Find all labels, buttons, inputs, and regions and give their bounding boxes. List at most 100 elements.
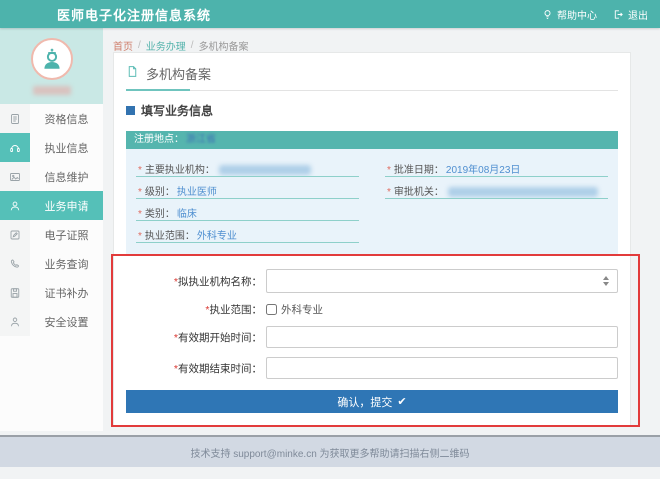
file-icon bbox=[126, 65, 139, 83]
main-content: 首页 / 业务办理 / 多机构备案 多机构备案 填写业务信息 注册地点：浙江省 … bbox=[113, 28, 631, 426]
page-card: 多机构备案 填写业务信息 注册地点：浙江省 *主要执业机构： *级别：执业医师 … bbox=[113, 52, 631, 426]
scope-checkbox[interactable] bbox=[266, 304, 277, 315]
sidebar-item-label: 证书补办 bbox=[30, 278, 103, 307]
section-title-row: 填写业务信息 bbox=[126, 102, 618, 119]
form-row-end-date: *有效期结束时间： bbox=[126, 357, 618, 379]
start-date-input[interactable] bbox=[266, 326, 618, 348]
stethoscope-icon bbox=[0, 133, 30, 162]
redacted-value bbox=[448, 187, 598, 197]
field-value: 执业医师 bbox=[177, 187, 217, 198]
breadcrumb: 首页 / 业务办理 / 多机构备案 bbox=[113, 28, 631, 52]
sidebar-item-certificate-reissue[interactable]: 证书补办 bbox=[0, 278, 103, 307]
avatar bbox=[31, 38, 73, 80]
sidebar-item-label: 安全设置 bbox=[30, 307, 103, 336]
sidebar-item-label: 资格信息 bbox=[30, 104, 103, 133]
field-value: 外科专业 bbox=[197, 231, 237, 242]
field-category: *类别：临床 bbox=[136, 199, 359, 221]
application-form: *拟执业机构名称： *执业范围： 外科专业 *有效期开始时间： *有效期结束时间… bbox=[126, 267, 618, 413]
help-center-link[interactable]: 帮助中心 bbox=[542, 7, 597, 22]
sidebar-item-security-settings[interactable]: 安全设置 bbox=[0, 307, 103, 336]
check-icon: ✔ bbox=[397, 395, 406, 408]
submit-button[interactable]: 确认，提交 ✔ bbox=[126, 390, 618, 413]
field-approval-authority: *审批机关： bbox=[385, 177, 608, 199]
field-approval-date: *批准日期：2019年08月23日 bbox=[385, 155, 608, 177]
card-title-row: 多机构备案 bbox=[126, 64, 618, 91]
info-left-column: *主要执业机构： *级别：执业医师 *类别：临床 *执业范围：外科专业 bbox=[136, 155, 359, 243]
required-mark: * bbox=[138, 165, 142, 176]
sidebar-item-practice-info[interactable]: 执业信息 bbox=[0, 133, 103, 162]
required-mark: * bbox=[387, 165, 391, 176]
breadcrumb-business-handling[interactable]: 业务办理 bbox=[146, 38, 186, 53]
certificate-icon bbox=[0, 278, 30, 307]
breadcrumb-home[interactable]: 首页 bbox=[113, 38, 133, 53]
scope-checkbox-label: 外科专业 bbox=[281, 302, 323, 317]
scope-checkbox-row: 外科专业 bbox=[266, 302, 323, 317]
field-label: 级别： bbox=[145, 187, 175, 198]
redacted-value bbox=[219, 165, 311, 175]
sidebar-item-label: 信息维护 bbox=[30, 162, 103, 191]
breadcrumb-current: 多机构备案 bbox=[199, 38, 249, 53]
sidebar-item-label: 电子证照 bbox=[30, 220, 103, 249]
footer-support-text: 技术支持 support@minke.cn 为获取更多帮助请扫描右侧二维码 bbox=[190, 445, 469, 460]
select-spinner-icon bbox=[603, 276, 609, 286]
submit-button-label: 确认，提交 bbox=[337, 394, 392, 410]
logout-label: 退出 bbox=[628, 7, 648, 22]
sidebar-menu: 资格信息 执业信息 信息维护 业务申请 电子证照 bbox=[0, 104, 103, 336]
document-icon bbox=[0, 104, 30, 133]
app-title: 医师电子化注册信息系统 bbox=[57, 5, 211, 24]
required-mark: * bbox=[138, 209, 142, 220]
sidebar-item-info-maintenance[interactable]: 信息维护 bbox=[0, 162, 103, 191]
required-mark: * bbox=[387, 187, 391, 198]
required-mark: * bbox=[138, 187, 142, 198]
required-mark: * bbox=[138, 231, 142, 242]
sidebar-item-label: 业务查询 bbox=[30, 249, 103, 278]
phone-icon bbox=[0, 249, 30, 278]
top-header-bar: 医师电子化注册信息系统 帮助中心 退出 bbox=[0, 0, 660, 28]
page-title: 多机构备案 bbox=[146, 64, 211, 83]
section-title: 填写业务信息 bbox=[141, 102, 213, 119]
scope-field-label: *执业范围： bbox=[126, 302, 266, 317]
form-row-start-date: *有效期开始时间： bbox=[126, 326, 618, 348]
info-right-column: *批准日期：2019年08月23日 *审批机关： bbox=[385, 155, 608, 243]
sidebar-item-label: 执业信息 bbox=[30, 133, 103, 162]
breadcrumb-separator: / bbox=[191, 40, 194, 51]
location-label: 注册地点： bbox=[134, 134, 184, 145]
field-value: 2019年08月23日 bbox=[446, 165, 521, 176]
registration-info-panel: *主要执业机构： *级别：执业医师 *类别：临床 *执业范围：外科专业 *批准日… bbox=[126, 149, 618, 255]
sidebar-item-business-query[interactable]: 业务查询 bbox=[0, 249, 103, 278]
edit-icon bbox=[0, 220, 30, 249]
end-date-label: *有效期结束时间： bbox=[126, 361, 266, 376]
image-icon bbox=[0, 162, 30, 191]
institution-select[interactable] bbox=[266, 269, 618, 293]
form-row-institution: *拟执业机构名称： bbox=[126, 269, 618, 293]
field-label: 类别： bbox=[145, 209, 175, 220]
registration-location-bar: 注册地点：浙江省 bbox=[126, 131, 618, 149]
field-value: 临床 bbox=[177, 209, 197, 220]
sidebar-item-business-application[interactable]: 业务申请 bbox=[0, 191, 103, 220]
institution-field-label: *拟执业机构名称： bbox=[126, 274, 266, 289]
sidebar-item-electronic-certificate[interactable]: 电子证照 bbox=[0, 220, 103, 249]
profile-section bbox=[0, 28, 103, 104]
logout-link[interactable]: 退出 bbox=[613, 7, 648, 22]
field-practice-scope: *执业范围：外科专业 bbox=[136, 221, 359, 243]
sidebar: 资格信息 执业信息 信息维护 业务申请 电子证照 bbox=[0, 28, 103, 431]
field-label: 审批机关： bbox=[394, 187, 444, 198]
header-actions: 帮助中心 退出 bbox=[542, 0, 648, 28]
sidebar-item-label: 业务申请 bbox=[30, 191, 103, 220]
field-label: 主要执业机构： bbox=[145, 165, 215, 176]
help-center-label: 帮助中心 bbox=[557, 7, 597, 22]
field-level: *级别：执业医师 bbox=[136, 177, 359, 199]
start-date-label: *有效期开始时间： bbox=[126, 330, 266, 345]
sidebar-item-qualification-info[interactable]: 资格信息 bbox=[0, 104, 103, 133]
logout-icon bbox=[613, 9, 624, 20]
footer-bar: 技术支持 support@minke.cn 为获取更多帮助请扫描右侧二维码 bbox=[0, 435, 660, 467]
form-row-scope: *执业范围： 外科专业 bbox=[126, 302, 618, 317]
breadcrumb-separator: / bbox=[138, 40, 141, 51]
field-label: 执业范围： bbox=[145, 231, 195, 242]
location-value: 浙江省 bbox=[186, 134, 216, 145]
person-outline-icon bbox=[0, 307, 30, 336]
end-date-input[interactable] bbox=[266, 357, 618, 379]
lightbulb-icon bbox=[542, 9, 553, 20]
person-icon bbox=[0, 191, 30, 220]
user-name-redacted bbox=[33, 86, 71, 95]
